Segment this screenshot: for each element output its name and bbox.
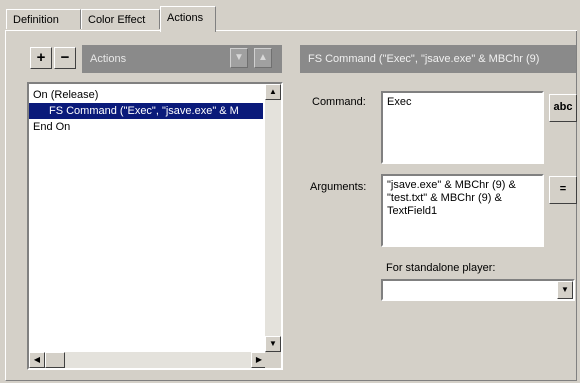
standalone-label: For standalone player:	[386, 262, 496, 274]
arguments-expression-button[interactable]: =	[549, 176, 577, 204]
tab-actions[interactable]: Actions	[160, 6, 216, 32]
move-up-button[interactable]: ▲	[254, 48, 272, 68]
command-expression-button[interactable]: abc	[549, 94, 577, 122]
script-list[interactable]: On (Release) FS Command ("Exec", "jsave.…	[27, 82, 283, 370]
tab-definition[interactable]: Definition	[6, 9, 81, 29]
add-action-button[interactable]: +	[30, 47, 52, 69]
vertical-scrollbar[interactable]: ▲ ▼	[265, 84, 281, 352]
script-line-end-on[interactable]: End On	[33, 119, 70, 135]
chevron-down-icon[interactable]: ▼	[557, 281, 573, 299]
scroll-left-button[interactable]: ◀	[29, 352, 45, 368]
command-label: Command:	[312, 96, 366, 108]
arguments-label: Arguments:	[310, 181, 367, 193]
tab-color-effect[interactable]: Color Effect	[81, 9, 160, 29]
scroll-corner	[265, 352, 281, 368]
selected-action-header: FS Command ("Exec", "jsave.exe" & MBChr …	[300, 45, 576, 73]
standalone-player-select[interactable]: ▼	[381, 279, 575, 301]
scroll-down-button[interactable]: ▼	[265, 336, 281, 352]
arguments-field[interactable]: "jsave.exe" & MBChr (9) & "test.txt" & M…	[381, 174, 544, 247]
script-line-on-release[interactable]: On (Release)	[33, 87, 98, 103]
script-line-fs-command[interactable]: FS Command ("Exec", "jsave.exe" & M	[29, 103, 263, 119]
move-down-button[interactable]: ▼	[230, 48, 248, 68]
horizontal-scrollbar[interactable]: ◀ ▶	[29, 352, 267, 368]
remove-action-button[interactable]: −	[54, 47, 76, 69]
command-field[interactable]: Exec	[381, 91, 544, 164]
scroll-up-button[interactable]: ▲	[265, 84, 281, 100]
actions-title-bar: Actions	[82, 45, 282, 73]
horizontal-scroll-thumb[interactable]	[45, 352, 65, 368]
